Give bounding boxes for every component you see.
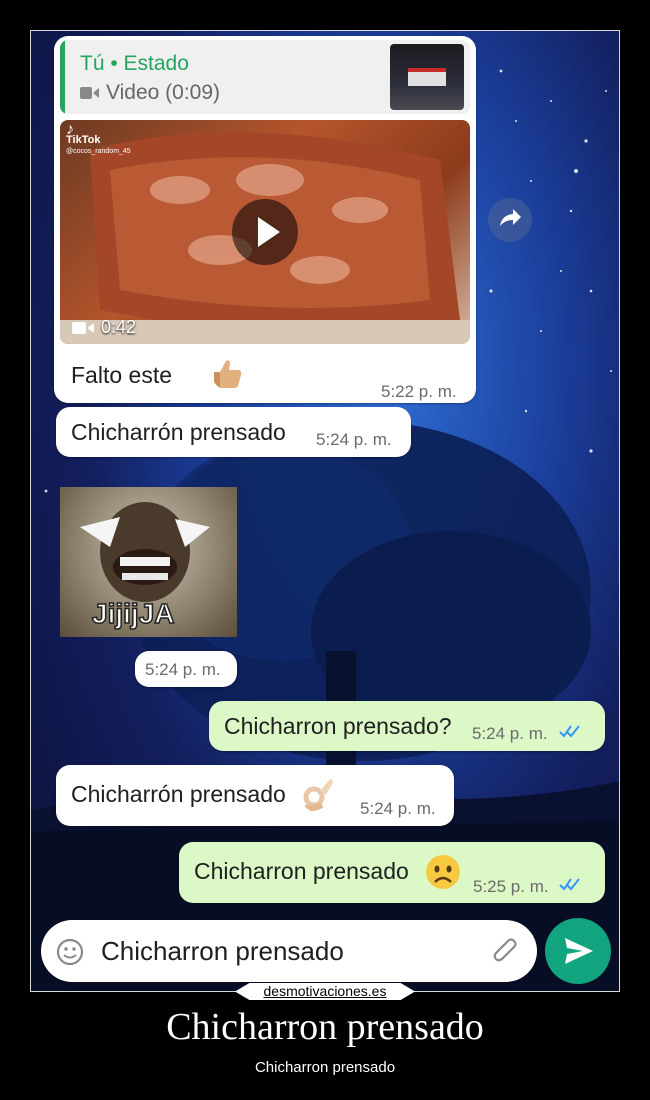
- forward-button[interactable]: [488, 198, 532, 242]
- composer-input[interactable]: Chicharron prensado: [101, 936, 344, 967]
- message-text: Chicharrón prensado: [71, 781, 286, 807]
- site-logo[interactable]: desmotivaciones.es: [235, 983, 415, 1000]
- message-text: Falto este: [71, 362, 172, 388]
- message-time: 5:24 p. m.: [316, 430, 392, 449]
- sticker-time-chip: 5:24 p. m.: [135, 651, 237, 687]
- emoji-picker-icon[interactable]: [55, 937, 85, 967]
- play-icon: [258, 217, 280, 247]
- message-text: Chicharrón prensado: [71, 419, 286, 445]
- forward-arrow-icon: [500, 209, 521, 226]
- message-time: 5:24 p. m.: [360, 799, 436, 818]
- outgoing-message-bubble[interactable]: Chicharron prensado? 5:24 p. m.: [209, 701, 605, 751]
- status-thumbnail: [390, 44, 464, 110]
- video-camera-icon: [72, 321, 94, 334]
- message-text: Chicharron prensado?: [224, 713, 452, 739]
- outgoing-message-bubble[interactable]: Chicharron prensado 5:25 p. m.: [179, 842, 605, 903]
- tiktok-watermark: ♪ TikTok @cocos_random_45: [66, 122, 131, 157]
- message-bubble[interactable]: Chicharrón prensado 5:24 p. m.: [56, 765, 454, 826]
- site-logo-text: desmotivaciones.es: [263, 983, 387, 999]
- message-composer[interactable]: Chicharron prensado: [41, 920, 537, 982]
- message-time: 5:24 p. m.: [472, 724, 548, 743]
- tiktok-handle: @cocos_random_45: [66, 148, 131, 155]
- message-time: 5:22 p. m.: [381, 382, 457, 401]
- read-ticks-icon: [559, 725, 580, 738]
- message-time: 5:24 p. m.: [145, 660, 221, 679]
- sticker-caption: JijijJA: [91, 597, 175, 630]
- send-button[interactable]: [545, 918, 611, 984]
- message-bubble[interactable]: Chicharrón prensado 5:24 p. m.: [56, 407, 411, 457]
- message-text: Chicharron prensado: [194, 858, 409, 884]
- ok-hand-emoji-icon: [302, 778, 334, 812]
- frowning-face-emoji-icon: [426, 855, 460, 889]
- quote-author: Tú • Estado: [80, 52, 189, 75]
- play-button[interactable]: [232, 199, 298, 265]
- poster-title: Chicharron prensado: [166, 1006, 484, 1048]
- video-duration: 0:42: [72, 317, 136, 338]
- quoted-status[interactable]: Tú • Estado Video (0:09): [60, 40, 470, 114]
- quote-media-label: Video (0:09): [106, 81, 221, 104]
- read-ticks-icon: [559, 878, 580, 891]
- sticker-image[interactable]: JijijJA: [60, 487, 237, 637]
- video-camera-icon: [80, 87, 99, 99]
- message-bubble-video[interactable]: Tú • Estado Video (0:09) ♪ TikTok @cocos…: [54, 36, 476, 403]
- poster-subtitle: Chicharron prensado: [254, 1059, 396, 1076]
- message-time: 5:25 p. m.: [473, 877, 549, 896]
- chat-screen: Tú • Estado Video (0:09) ♪ TikTok @cocos…: [30, 30, 620, 992]
- video-preview[interactable]: ♪ TikTok @cocos_random_45 0:42: [60, 120, 470, 344]
- send-icon: [565, 938, 593, 964]
- thumbs-up-emoji-icon: [214, 360, 242, 388]
- video-duration-label: 0:42: [101, 317, 137, 337]
- tiktok-label: TikTok: [66, 134, 101, 146]
- attach-paperclip-icon[interactable]: [491, 936, 521, 966]
- quote-bar: [60, 40, 65, 114]
- quote-media: Video (0:09): [80, 81, 220, 105]
